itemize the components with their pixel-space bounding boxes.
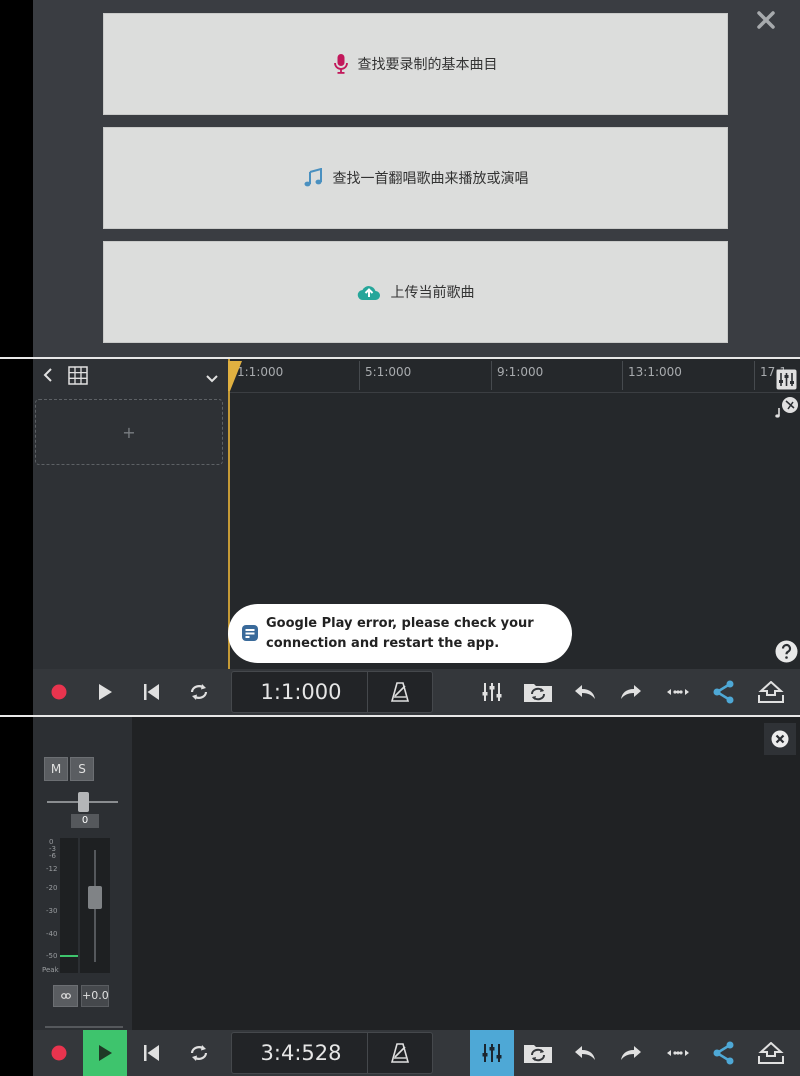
share-button[interactable] <box>702 1030 746 1076</box>
export-button[interactable] <box>749 1030 793 1076</box>
redo-button[interactable] <box>609 1030 653 1076</box>
back-chevron-icon[interactable] <box>41 367 55 387</box>
db-label: -40 <box>46 930 58 938</box>
db-label: -30 <box>46 907 58 915</box>
close-circle-icon <box>771 730 789 748</box>
option-label: 查找一首翻唱歌曲来播放或演唱 <box>332 171 529 187</box>
timeline-marker: 13:1:000 <box>628 365 682 379</box>
play-button-active[interactable] <box>83 1030 127 1076</box>
channel-strip: M S 0 0 -3 -6 -12 -20 -30 -40 -50 Peak +… <box>33 717 132 1030</box>
skip-to-start-button[interactable] <box>130 669 174 715</box>
time-counter: 3:4:528 <box>260 1041 342 1065</box>
mute-button[interactable]: M <box>44 757 68 781</box>
help-icon[interactable] <box>775 640 798 667</box>
mixer-view: M S 0 0 -3 -6 -12 -20 -30 -40 -50 Peak +… <box>0 717 800 1076</box>
error-toast: Google Play error, please check your con… <box>228 604 572 663</box>
solo-button[interactable]: S <box>70 757 94 781</box>
sync-folder-button[interactable] <box>516 669 560 715</box>
db-label: -12 <box>46 865 58 873</box>
find-base-track-option[interactable]: 查找要录制的基本曲目 <box>103 13 728 115</box>
meter-level <box>60 955 78 957</box>
option-label: 上传当前歌曲 <box>390 285 475 301</box>
arranger-view: 1:1:000 5:1:000 9:1:000 13:1:000 17:1 + … <box>0 359 800 715</box>
upload-song-option[interactable]: 上传当前歌曲 <box>103 241 728 343</box>
loop-button[interactable] <box>177 1030 221 1076</box>
link-icon <box>60 993 71 999</box>
link-button[interactable] <box>53 985 78 1007</box>
transport-toolbar: 3:4:528 <box>33 1030 800 1076</box>
play-button[interactable] <box>83 669 127 715</box>
more-options-button[interactable] <box>656 669 700 715</box>
fader-handle[interactable] <box>88 886 102 909</box>
export-button[interactable] <box>749 669 793 715</box>
pan-value: 0 <box>71 814 99 828</box>
ruler-divider <box>622 361 623 390</box>
time-display[interactable]: 3:4:528 <box>231 1032 433 1074</box>
metronome-icon[interactable] <box>367 1033 432 1073</box>
skip-to-start-button[interactable] <box>130 1030 174 1076</box>
sync-folder-button[interactable] <box>516 1030 560 1076</box>
chevron-down-icon[interactable] <box>205 369 219 388</box>
undo-button[interactable] <box>563 1030 607 1076</box>
record-button[interactable] <box>37 669 81 715</box>
ruler-divider <box>359 361 360 390</box>
ruler-divider <box>754 361 755 390</box>
grid-icon[interactable] <box>68 366 88 389</box>
toast-message: Google Play error, please check your con… <box>266 616 534 651</box>
song-options-dialog: 查找要录制的基本曲目 查找一首翻唱歌曲来播放或演唱 上传当前歌曲 <box>0 0 800 357</box>
loop-button[interactable] <box>177 669 221 715</box>
db-label: -50 <box>46 952 58 960</box>
volume-fader[interactable] <box>80 838 110 973</box>
find-cover-song-option[interactable]: 查找一首翻唱歌曲来播放或演唱 <box>103 127 728 229</box>
timeline-marker: 1:1:000 <box>237 365 284 379</box>
db-label: -20 <box>46 884 58 892</box>
time-counter: 1:1:000 <box>260 680 342 704</box>
mixer-button[interactable] <box>470 669 514 715</box>
redo-button[interactable] <box>609 669 653 715</box>
mixer-background <box>33 717 800 1030</box>
mixer-button-active[interactable] <box>470 1030 514 1076</box>
mixer-settings-icon[interactable] <box>776 369 797 394</box>
pan-slider-handle[interactable] <box>78 792 89 812</box>
metronome-icon[interactable] <box>367 672 432 712</box>
timeline-marker: 9:1:000 <box>497 365 544 379</box>
undo-button[interactable] <box>563 669 607 715</box>
ruler-divider <box>491 361 492 390</box>
music-note-icon <box>303 168 323 188</box>
more-options-button[interactable] <box>656 1030 700 1076</box>
strip-divider <box>45 1026 123 1028</box>
time-display[interactable]: 1:1:000 <box>231 671 433 713</box>
gain-value[interactable]: +0.0 <box>81 985 109 1007</box>
playhead-marker-icon[interactable] <box>228 361 242 395</box>
db-label: -6 <box>49 852 56 860</box>
close-dialog-icon[interactable] <box>756 10 776 30</box>
timeline-ruler[interactable]: 1:1:000 5:1:000 9:1:000 13:1:000 17:1 <box>229 359 800 393</box>
record-button[interactable] <box>37 1030 81 1076</box>
microphone-icon <box>333 54 348 74</box>
cloud-upload-icon <box>357 283 381 301</box>
close-mixer-button[interactable] <box>764 723 796 755</box>
share-button[interactable] <box>702 669 746 715</box>
transport-toolbar: 1:1:000 <box>33 669 800 715</box>
level-meter <box>60 838 78 973</box>
peak-label: Peak <box>42 966 59 974</box>
note-effects-icon[interactable] <box>775 396 799 422</box>
option-label: 查找要录制的基本曲目 <box>357 57 498 73</box>
add-track-button[interactable]: + <box>35 399 223 465</box>
timeline-marker: 5:1:000 <box>365 365 412 379</box>
app-icon <box>242 625 258 648</box>
